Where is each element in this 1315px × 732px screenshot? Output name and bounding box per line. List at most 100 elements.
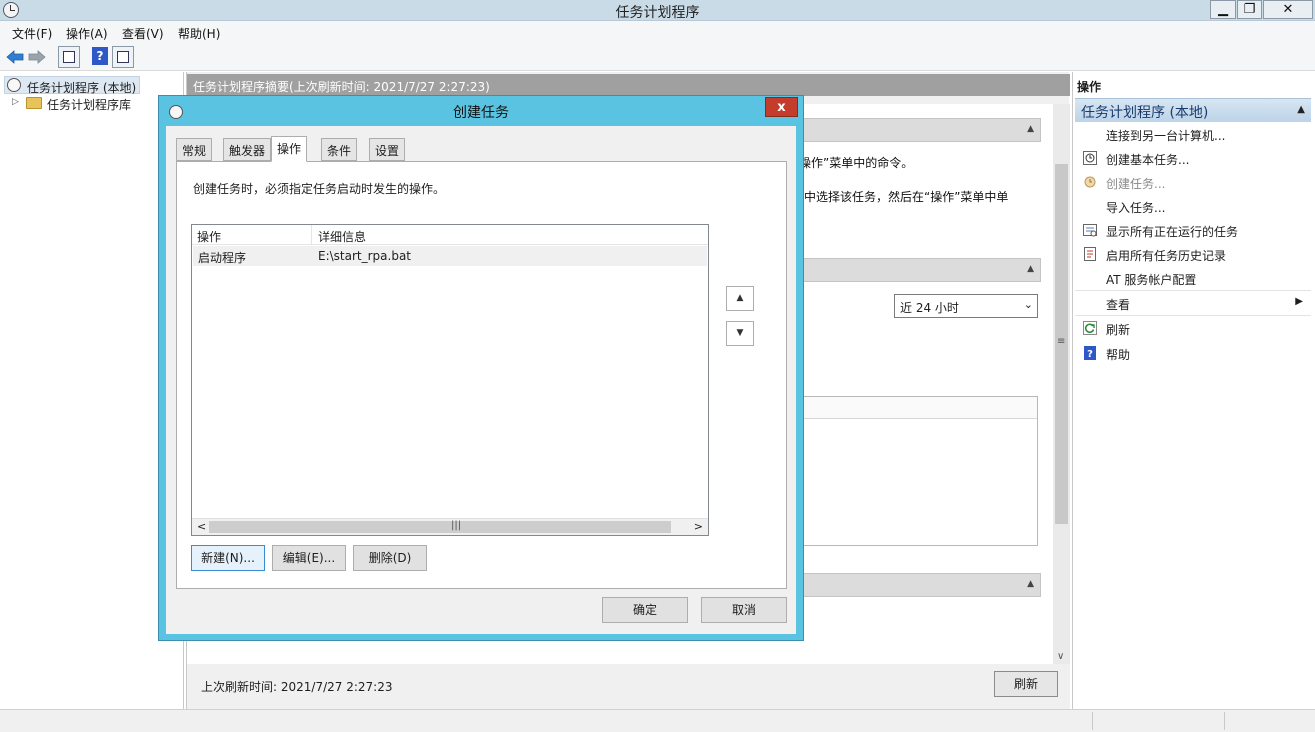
overview-text-1: 操作”菜单中的命令。 — [799, 156, 914, 170]
forward-arrow-icon[interactable] — [28, 48, 46, 66]
expand-arrow-icon[interactable]: ▷ — [12, 97, 19, 107]
edit-action-button[interactable]: 编辑(E)... — [272, 545, 346, 571]
history-icon — [1084, 247, 1096, 261]
close-window-button[interactable]: ✕ — [1263, 0, 1313, 19]
tab-actions[interactable]: 操作 — [271, 136, 308, 162]
action-label: 查看 — [1106, 298, 1131, 312]
actions-pane: 操作 任务计划程序 (本地) ▲ 连接到另一台计算机... 创建基本任务... … — [1072, 72, 1313, 709]
summary-header: 任务计划程序摘要(上次刷新时间: 2021/7/27 2:27:23) — [187, 74, 1070, 96]
refresh-button[interactable]: 刷新 — [994, 671, 1058, 697]
tree-item-root[interactable]: 任务计划程序 (本地) — [4, 76, 140, 95]
move-down-button[interactable]: ▼ — [726, 321, 754, 346]
clock-icon — [7, 78, 21, 92]
action-label: 创建任务... — [1106, 177, 1166, 191]
tab-conditions[interactable]: 条件 — [321, 138, 358, 161]
action-label: 帮助 — [1106, 348, 1131, 362]
action-at-service-config[interactable]: AT 服务帐户配置 — [1075, 267, 1311, 291]
collapse-caret-icon[interactable]: ▲ — [1027, 264, 1034, 274]
tab-general[interactable]: 常规 — [176, 138, 213, 161]
column-header-details[interactable]: 详细信息 — [318, 228, 366, 245]
action-import-task[interactable]: 导入任务... — [1075, 195, 1311, 219]
dialog-title: 创建任务 — [453, 105, 509, 121]
task-icon — [1084, 176, 1096, 188]
column-header-action[interactable]: 操作 — [197, 228, 221, 245]
show-hide-console-tree-icon[interactable] — [58, 46, 80, 68]
actions-group-header[interactable]: 任务计划程序 (本地) ▲ — [1075, 98, 1311, 122]
status-bar — [0, 709, 1315, 732]
action-label: 创建基本任务... — [1106, 153, 1190, 167]
task-status-list[interactable] — [787, 396, 1038, 546]
tree-item-library[interactable]: ▷ 任务计划程序库 — [12, 94, 182, 112]
action-label: AT 服务帐户配置 — [1106, 273, 1197, 287]
menu-bar: 文件(F) 操作(A) 查看(V) 帮助(H) — [0, 21, 1315, 43]
cancel-button[interactable]: 取消 — [701, 597, 787, 623]
delete-action-button[interactable]: 删除(D) — [353, 545, 427, 571]
title-bar: 任务计划程序 ▁ ❐ ✕ — [0, 0, 1315, 21]
window-title: 任务计划程序 — [615, 5, 700, 21]
overview-text-2: 中选择该任务，然后在“操作”菜单中单 — [804, 190, 1009, 204]
scroll-down-icon[interactable]: ∨ — [1057, 651, 1064, 662]
history-range-select[interactable]: 近 24 小时 ⌄ — [894, 294, 1038, 318]
minimize-button[interactable]: ▁ — [1210, 0, 1236, 19]
action-enable-history[interactable]: 启用所有任务历史记录 — [1075, 243, 1311, 267]
action-connect-computer[interactable]: 连接到另一台计算机... — [1075, 123, 1311, 147]
clock-wizard-icon — [1083, 151, 1097, 165]
toolbar: ? — [0, 43, 1315, 71]
svg-text:?: ? — [1087, 349, 1093, 360]
actions-tab-panel: 创建任务时，必须指定任务启动时发生的操作。 操作 详细信息 启动程序 E:\st… — [176, 161, 787, 589]
table-row[interactable]: 启动程序 E:\start_rpa.bat — [193, 246, 707, 266]
action-label: 导入任务... — [1106, 201, 1166, 215]
actions-group-label: 任务计划程序 (本地) — [1081, 105, 1209, 121]
refresh-icon — [1083, 321, 1097, 335]
ok-button[interactable]: 确定 — [602, 597, 688, 623]
scroll-grip-icon: ≡ — [1057, 336, 1066, 347]
create-task-dialog: 创建任务 x 常规 触发器 操作 条件 设置 创建任务时，必须指定任务启动时发生… — [158, 95, 804, 641]
history-range-value: 近 24 小时 — [900, 301, 959, 315]
running-tasks-icon — [1083, 224, 1097, 237]
tree-item-library-label: 任务计划程序库 — [47, 98, 132, 112]
action-create-task[interactable]: 创建任务... — [1075, 171, 1311, 195]
action-create-basic-task[interactable]: 创建基本任务... — [1075, 147, 1311, 171]
menu-help[interactable]: 帮助(H) — [178, 25, 220, 42]
restore-button[interactable]: ❐ — [1237, 0, 1262, 19]
action-refresh[interactable]: 刷新 — [1075, 317, 1311, 341]
vertical-scrollbar[interactable]: ≡ ∨ — [1053, 104, 1070, 664]
actions-description: 创建任务时，必须指定任务启动时发生的操作。 — [193, 182, 446, 196]
action-show-running-tasks[interactable]: 显示所有正在运行的任务 — [1075, 219, 1311, 243]
collapse-caret-icon[interactable]: ▲ — [1027, 124, 1034, 134]
action-label: 刷新 — [1106, 323, 1131, 337]
collapse-caret-icon[interactable]: ▲ — [1027, 579, 1034, 589]
help-icon: ? — [1084, 346, 1096, 360]
back-arrow-icon[interactable] — [6, 48, 24, 66]
new-action-button[interactable]: 新建(N)... — [191, 545, 265, 571]
tab-triggers[interactable]: 触发器 — [223, 138, 272, 161]
horizontal-scrollbar[interactable]: < ||| > — [192, 518, 708, 535]
dialog-close-button[interactable]: x — [765, 97, 798, 117]
show-hide-action-pane-icon[interactable] — [112, 46, 134, 68]
folder-icon — [26, 97, 42, 109]
last-refresh-text: 上次刷新时间: 2021/7/27 2:27:23 — [201, 680, 393, 694]
actions-pane-title: 操作 — [1077, 80, 1102, 94]
help-icon[interactable]: ? — [92, 47, 108, 65]
scroll-right-icon[interactable]: > — [694, 520, 703, 533]
action-view[interactable]: 查看 ▶ — [1075, 292, 1311, 316]
cell-detail: E:\start_rpa.bat — [318, 249, 412, 263]
action-help[interactable]: ? 帮助 — [1075, 342, 1311, 366]
action-label: 显示所有正在运行的任务 — [1106, 225, 1239, 239]
tab-settings[interactable]: 设置 — [369, 138, 406, 161]
menu-action[interactable]: 操作(A) — [66, 25, 108, 42]
scroll-left-icon[interactable]: < — [197, 520, 206, 533]
actions-list[interactable]: 操作 详细信息 启动程序 E:\start_rpa.bat < ||| > — [191, 224, 709, 536]
action-label: 连接到另一台计算机... — [1106, 129, 1226, 143]
menu-view[interactable]: 查看(V) — [122, 25, 164, 42]
collapse-caret-icon[interactable]: ▲ — [1297, 104, 1305, 115]
console-tree: 任务计划程序 (本地) ▷ 任务计划程序库 — [0, 72, 184, 709]
dialog-body: 常规 触发器 操作 条件 设置 创建任务时，必须指定任务启动时发生的操作。 操作… — [166, 126, 796, 634]
summary-footer: 上次刷新时间: 2021/7/27 2:27:23 刷新 — [187, 664, 1070, 709]
menu-file[interactable]: 文件(F) — [12, 25, 52, 42]
cell-action: 启动程序 — [198, 251, 247, 265]
submenu-arrow-icon: ▶ — [1295, 296, 1303, 307]
move-up-button[interactable]: ▲ — [726, 286, 754, 311]
action-label: 启用所有任务历史记录 — [1106, 249, 1227, 263]
scroll-grip-icon: ||| — [451, 520, 462, 531]
